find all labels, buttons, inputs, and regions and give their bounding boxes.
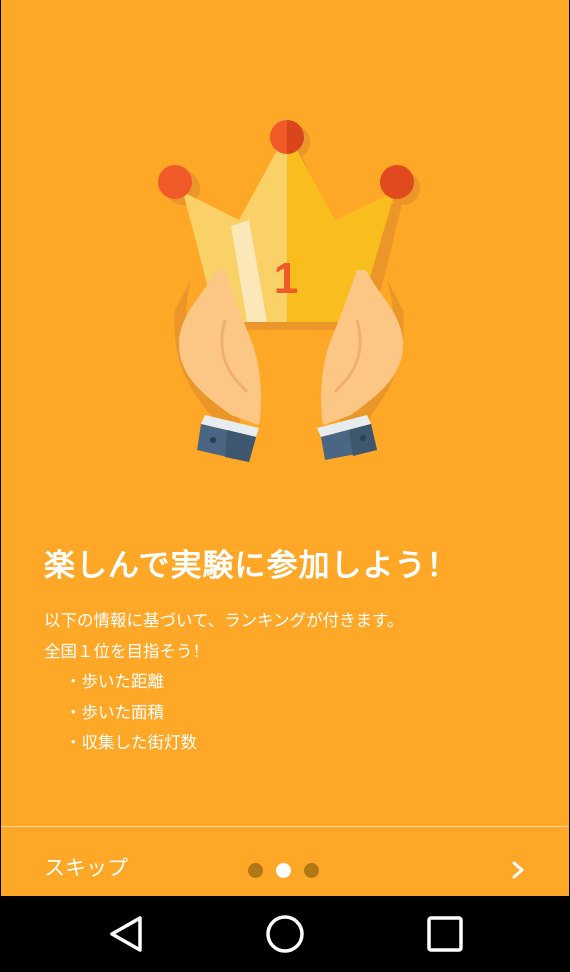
- home-icon[interactable]: [257, 906, 313, 962]
- description-line: 以下の情報に基づいて、ランキングが付きます。: [44, 611, 404, 630]
- onboarding-screen: 1 楽しんで実験に参加しよう！ 以下の情報に基づいて、ランキングが付きます。 全…: [1, 0, 569, 896]
- footer-divider: [1, 826, 569, 827]
- crown-jewel: [380, 165, 414, 199]
- ranking-criteria-list: ・歩いた距離 ・歩いた面積 ・収集した街灯数: [65, 667, 197, 759]
- crown-jewel: [158, 165, 192, 199]
- skip-button[interactable]: スキップ: [44, 852, 128, 882]
- back-icon[interactable]: [98, 906, 154, 962]
- page-dot: [248, 863, 263, 878]
- onboarding-title: 楽しんで実験に参加しよう！: [44, 548, 459, 584]
- recents-icon[interactable]: [417, 906, 473, 962]
- onboarding-description: 以下の情報に基づいて、ランキングが付きます。 全国１位を目指そう！: [44, 606, 404, 667]
- page-dot: [304, 863, 319, 878]
- list-item: ・歩いた距離: [65, 672, 164, 691]
- list-item: ・歩いた面積: [65, 702, 164, 722]
- description-line: 全国１位を目指そう！: [44, 641, 209, 661]
- system-nav-bar: [0, 896, 570, 972]
- crown-hands-illustration: 1: [158, 120, 420, 462]
- chevron-right-icon[interactable]: [505, 857, 531, 883]
- page-indicator: [248, 863, 319, 878]
- crown-number: 1: [274, 254, 298, 303]
- page-dot-active: [276, 863, 291, 878]
- list-item: ・収集した街灯数: [65, 733, 197, 752]
